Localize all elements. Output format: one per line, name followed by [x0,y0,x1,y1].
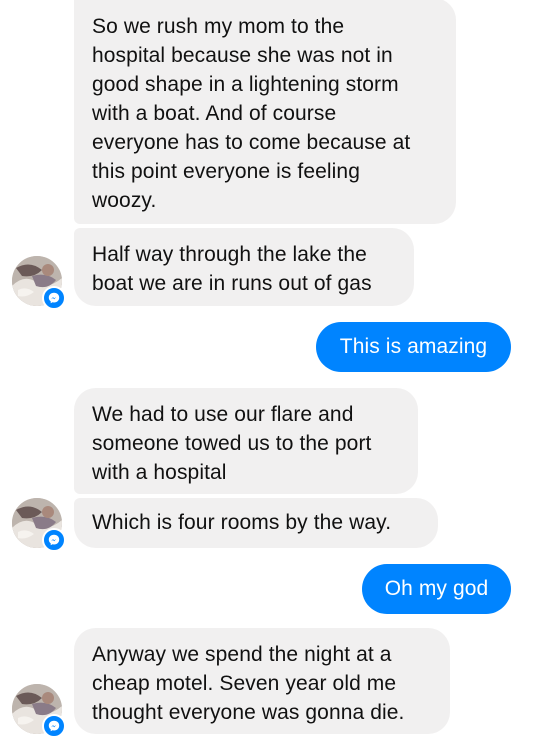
incoming-message[interactable]: Which is four rooms by the way. [74,498,438,548]
message-line: We had to use our flare and [92,403,354,426]
message-line: Half way through the lake the [92,243,367,266]
message-text: Oh my god [384,577,489,600]
message-line: woozy. [92,189,157,212]
incoming-message[interactable]: We had to use our flare and someone towe… [74,388,418,494]
incoming-message[interactable]: Anyway we spend the night at a cheap mot… [74,628,450,734]
message-line: boat we are in runs out of gas [92,272,372,295]
message-thread: So we rush my mom to the hospital becaus… [0,0,540,744]
outgoing-message[interactable]: Oh my god [362,564,511,614]
message-line: someone towed us to the port [92,432,372,455]
messenger-icon [42,714,66,738]
incoming-message[interactable]: So we rush my mom to the hospital becaus… [74,0,456,224]
message-text: This is amazing [339,335,488,358]
message-line: hospital because she was not in [92,44,393,67]
message-line: everyone has to come because at [92,131,411,154]
messenger-icon [42,528,66,552]
message-line: good shape in a lightening storm [92,73,399,96]
message-line: Anyway we spend the night at a [92,643,392,666]
message-line: with a boat. And of course [92,102,337,125]
message-line: thought everyone was gonna die. [92,701,405,724]
incoming-message[interactable]: Half way through the lake the boat we ar… [74,228,414,306]
messenger-icon [42,286,66,310]
contact-avatar[interactable] [12,684,66,738]
message-line: Which is four rooms by the way. [92,511,392,534]
contact-avatar[interactable] [12,256,66,310]
message-line: So we rush my mom to the [92,15,345,38]
message-line: cheap motel. Seven year old me [92,672,397,695]
message-line: this point everyone is feeling [92,160,360,183]
outgoing-message[interactable]: This is amazing [316,322,511,372]
contact-avatar[interactable] [12,498,66,552]
message-line: with a hospital [92,461,227,484]
